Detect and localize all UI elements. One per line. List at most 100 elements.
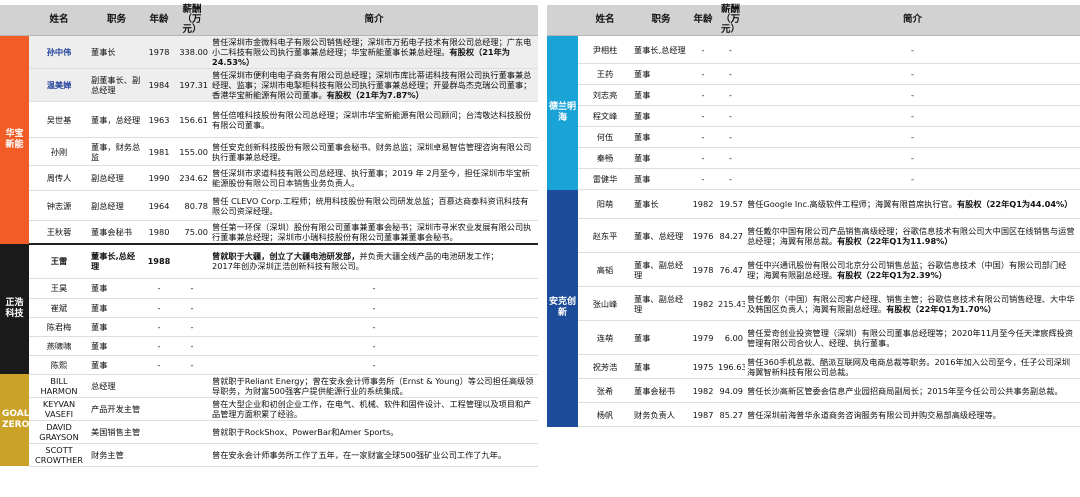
bio-text: -: [372, 359, 376, 370]
bio-text: -: [911, 111, 914, 121]
person-name: KEYVAN VASEFI: [29, 397, 89, 421]
person-salary: 94.09: [716, 378, 745, 403]
person-age: 1982: [690, 189, 716, 219]
person-bio: -: [745, 147, 1080, 169]
person-age: 1964: [144, 190, 174, 221]
person-salary: 19.57: [716, 189, 745, 219]
bio-highlight: 有股权（22年Q1为11.98%）: [837, 235, 953, 246]
person-position: 董事，财务总监: [89, 137, 144, 166]
person-name: 钟志源: [29, 190, 89, 221]
person-salary: -: [716, 84, 745, 106]
person-name: 秦畅: [578, 147, 632, 169]
person-salary: 84.27: [716, 218, 745, 253]
header-name: 姓名: [29, 5, 89, 36]
bio-text: -: [911, 69, 914, 79]
table-row: 秦畅 董事 - - -: [547, 147, 1080, 169]
person-name: 张山峰: [578, 286, 632, 321]
person-bio: -: [745, 63, 1080, 85]
person-age: [144, 420, 174, 444]
person-name: 程文峰: [578, 105, 632, 127]
person-bio: 曾任倍唯科技股份有限公司总经理；深圳市华宝新能源有限公司顾问；台湾敬达科技股份有…: [210, 101, 538, 138]
person-age: -: [690, 168, 716, 190]
bio-text: -: [372, 340, 376, 351]
person-bio: -: [210, 278, 538, 299]
person-name: 孙刚: [29, 137, 89, 166]
table-row: 杨帆 财务负责人 1987 85.27 曾任深圳前海普华永道商务咨询服务有限公司并购交易…: [547, 402, 1080, 427]
person-name: 赵东平: [578, 218, 632, 253]
table-row: 赵东平 董事、总经理 1976 84.27 曾任戴尔中国有限公司产品销售高级经理；谷歌信…: [547, 218, 1080, 253]
right-header-row: 姓名 职务 年龄 薪酬（万元） 简介: [547, 5, 1080, 36]
table-row: SCOTT CROWTHER 财务主管 曾在安永会计师事务所工作了五年，在一家财富全…: [0, 443, 538, 467]
person-name: 雷健华: [578, 168, 632, 190]
person-position: 董事: [632, 63, 690, 85]
company-label: 华宝新能: [0, 35, 29, 244]
person-bio: 曾就职于大疆，创立了大疆电池研发部，并负责大疆全线产品的电池研发工作； 2017…: [210, 244, 538, 279]
header-position: 职务: [89, 5, 144, 36]
person-age: 1963: [144, 101, 174, 138]
bio-highlight: 有股权（22年Q1为2.39%）: [837, 269, 947, 280]
person-salary: 197.31: [174, 68, 210, 102]
person-salary: 80.78: [174, 190, 210, 221]
person-position: 董事会秘书: [632, 378, 690, 403]
person-age: -: [144, 336, 174, 356]
person-position: 董事: [632, 147, 690, 169]
person-name: 刘志亮: [578, 84, 632, 106]
bio-text: 曾任安克创新科技股份有限公司董事会秘书、财务总监；深圳卓易智信管理咨询有限公司执…: [212, 141, 532, 162]
person-salary: 215.43: [716, 286, 745, 321]
header-age: 年龄: [690, 5, 716, 36]
table-row: 周传人 副总经理 1990 234.62 曾任深圳市求道科技有限公司总经理、执行董事；2…: [0, 165, 538, 191]
person-bio: -: [745, 126, 1080, 148]
person-salary: -: [716, 126, 745, 148]
table-row: 王昊 董事 - - -: [0, 278, 538, 299]
table-row: 何伍 董事 - - -: [547, 126, 1080, 148]
header-position: 职务: [632, 5, 690, 36]
person-bio: -: [745, 105, 1080, 127]
table-row: 华宝新能 孙中伟 董事长 1978 338.00 曾任深圳市金微科电子有限公司销售经理；深…: [0, 35, 538, 244]
person-position: 副董事长、副总经理: [89, 68, 144, 102]
person-position: 董事: [632, 84, 690, 106]
person-salary: -: [716, 168, 745, 190]
table-row: 陈熙 董事 - - -: [0, 355, 538, 375]
person-position: 董事: [632, 320, 690, 355]
bio-text: -: [911, 44, 914, 55]
person-name: DAVID GRAYSON: [29, 420, 89, 444]
person-salary: [174, 420, 210, 444]
bio-text: 曾任倍唯科技股份有限公司总经理；深圳市华宝新能源有限公司顾问；台湾敬达科技股份有…: [212, 109, 532, 130]
bio-text: 曾就职于RockShox、PowerBar和Amer Sports。: [212, 426, 399, 437]
person-age: [144, 374, 174, 398]
person-position: 董事长: [632, 189, 690, 219]
bio-text: -: [372, 302, 376, 313]
person-name: 王昊: [29, 278, 89, 299]
person-position: 董事会秘书: [89, 220, 144, 245]
table-row: 温美婵 副董事长、副总经理 1984 197.31 曾任深圳市便利电电子商务有限公司总经…: [0, 68, 538, 102]
person-position: 董事、副总经理: [632, 286, 690, 321]
table-row: 王秋蓉 董事会秘书 1980 75.00 曾任第一环保（深圳）股份有限公司董事兼董事会秘…: [0, 220, 538, 245]
person-age: 1982: [690, 378, 716, 403]
person-age: 1982: [690, 286, 716, 321]
person-salary: 156.61: [174, 101, 210, 138]
person-age: -: [144, 298, 174, 318]
person-position: 董事: [89, 278, 144, 299]
right-table-body: 德兰明海 尹相柱 董事长,总经理 - - - 王药 董事 - - - 刘志亮 董事 - - - 程文峰 董事 - - -…: [547, 35, 1080, 427]
left-management-table: 姓名 职务 年龄 薪酬（万元） 简介 华宝新能 孙中伟 董事长 1978 338.00 曾…: [0, 5, 538, 467]
person-name: 孙中伟: [29, 35, 89, 69]
person-bio: -: [210, 336, 538, 356]
person-age: 1981: [144, 137, 174, 166]
person-age: 1976: [690, 218, 716, 253]
person-bio: 曾任Google Inc.高级软件工程师；海翼有限首席执行官。有股权（22年Q1…: [745, 189, 1080, 219]
table-row: 吴世基 董事，总经理 1963 156.61 曾任倍唯科技股份有限公司总经理；深圳市华宝…: [0, 101, 538, 138]
person-salary: -: [716, 35, 745, 64]
person-position: 董事长: [89, 35, 144, 69]
header-salary: 薪酬（万元）: [174, 5, 210, 36]
person-position: 副总经理: [89, 165, 144, 191]
person-salary: -: [716, 105, 745, 127]
table-row: 连萌 董事 1979 6.00 曾任爱奇创业投资管理（深圳）有限公司董事总经理等；202…: [547, 320, 1080, 355]
bio-text: 曾任第一环保（深圳）股份有限公司董事兼董事会秘书；深圳市寻米农业发展有限公司执行…: [212, 222, 532, 242]
bio-text: -: [911, 132, 914, 142]
person-bio: -: [210, 298, 538, 318]
person-name: 阳萌: [578, 189, 632, 219]
bio-text: 曾任360手机总裁、酷派互联网及电商总裁等职务。2016年加入公司至今，任子公司…: [747, 356, 1071, 377]
person-position: 董事: [632, 126, 690, 148]
table-row: GOAL ZERO BILL HARMON 总经理 曾就职于Reliant Energ…: [0, 374, 538, 466]
table-row: 程文峰 董事 - - -: [547, 105, 1080, 127]
